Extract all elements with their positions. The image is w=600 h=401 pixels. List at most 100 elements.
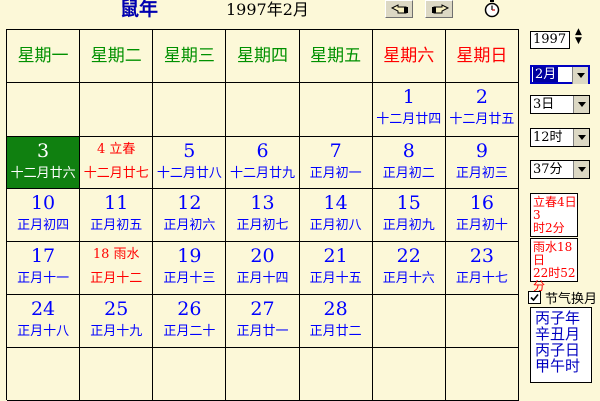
lunar-date: 正月初二 [382,166,435,181]
day-cell-today[interactable]: 3 十二月廿六 [7,137,81,189]
empty-day-cell [153,83,227,137]
day-cell[interactable]: 1 十二月廿四 [372,83,446,137]
chevron-down-icon [578,102,586,107]
day-cell[interactable]: 15 正月初九 [372,189,446,242]
day-select[interactable]: 3日 [530,95,590,114]
month-select[interactable]: 2月 [530,65,590,84]
day-cell[interactable]: 17 正月十一 [7,242,81,295]
lunar-date: 正月十九 [90,324,143,339]
solar-term-label: 雨水 [113,247,140,262]
ganzhi-day: 丙子日 [535,341,581,359]
day-cell[interactable]: 11 正月初五 [80,189,154,242]
day-cell[interactable]: 23 正月十七 [445,242,519,295]
solar-term-1-line-2: 时2分 [533,221,565,235]
day-cell[interactable]: 20 正月十四 [226,242,300,295]
empty-day-cell [299,83,373,137]
day-cell[interactable]: 28 正月廿二 [299,295,373,348]
empty-day-cell [299,348,373,401]
jieqi-checkbox-label: 节气换月 [545,292,598,307]
empty-day-cell [226,83,300,137]
day-cell[interactable]: 12 正月初六 [153,189,227,242]
hour-dropdown-button[interactable] [573,129,589,146]
lunar-date: 正月十一 [17,271,70,286]
weekday-header: 星期一 [7,30,81,83]
day-cell[interactable]: 22 正月十六 [372,242,446,295]
year-spinner[interactable]: 1997 ▲ ▼ [530,28,598,49]
empty-day-cell [7,348,81,401]
lunar-date: 十二月廿四 [376,112,442,127]
day-number: 17 [30,245,56,267]
minute-select-value: 37分 [533,162,563,177]
day-number: 20 [250,245,275,267]
day-cell[interactable]: 7 正月初一 [299,137,373,189]
minute-dropdown-button[interactable] [573,161,589,178]
lunar-date: 正月十三 [163,271,216,286]
day-cell[interactable]: 5 十二月廿八 [153,137,227,189]
day-cell[interactable]: 18 雨水 正月十二 [80,242,154,295]
lunar-date: 正月初九 [382,218,435,233]
day-cell[interactable]: 14 正月初八 [299,189,373,242]
day-number: 8 [402,140,415,162]
day-cell[interactable]: 24 正月十八 [7,295,81,348]
next-month-button[interactable] [425,0,453,18]
hour-select[interactable]: 12时 [530,128,590,147]
jieqi-checkbox[interactable] [528,291,541,304]
day-cell[interactable]: 16 正月初十 [445,189,519,242]
lunar-date: 正月初七 [236,218,289,233]
stopwatch-icon[interactable] [484,0,500,18]
day-cell[interactable]: 25 正月十九 [80,295,154,348]
lunar-date: 正月初五 [90,218,143,233]
day-number: 25 [104,298,129,320]
day-cell[interactable]: 6 十二月廿九 [226,137,300,189]
solar-term-2-line-1: 雨水18日 [533,240,573,267]
solar-term-info-2: 雨水18日 22时52分 [530,238,578,293]
day-number: 26 [177,298,202,320]
day-number: 24 [30,298,56,320]
day-number: 11 [104,192,129,214]
day-cell[interactable]: 26 正月二十 [153,295,227,348]
empty-day-cell [445,348,519,401]
month-dropdown-button[interactable] [572,67,588,84]
day-dropdown-button[interactable] [573,96,589,113]
chevron-down-icon [578,135,586,140]
ganzhi-month: 辛丑月 [535,325,581,343]
lunar-date: 正月初六 [163,218,216,233]
weekday-header: 星期二 [80,30,154,83]
day-cell[interactable]: 2 十二月廿五 [445,83,519,137]
minute-select[interactable]: 37分 [530,160,590,179]
day-cell[interactable]: 19 正月十三 [153,242,227,295]
day-number: 19 [177,245,202,267]
day-cell[interactable]: 8 正月初二 [372,137,446,189]
zodiac-year-label: 鼠年 [120,0,159,20]
day-number: 21 [323,245,348,267]
day-number: 15 [396,192,421,214]
day-number: 23 [469,245,495,267]
spin-arrows[interactable]: ▲ ▼ [575,28,582,46]
lunar-date: 正月十八 [17,324,70,339]
weekday-header: 星期三 [153,30,227,83]
hand-pointing-left-icon [391,4,408,14]
day-with-solar-term: 18 雨水 [80,247,152,263]
chevron-down-icon [578,167,586,172]
day-cell[interactable]: 27 正月廿一 [226,295,300,348]
day-cell[interactable]: 21 正月十五 [299,242,373,295]
day-number: 12 [177,192,202,214]
day-number: 13 [250,192,275,214]
day-cell[interactable]: 9 正月初三 [445,137,519,189]
lunar-date: 正月初一 [309,166,362,181]
lunar-date: 十二月廿九 [229,166,295,181]
day-cell[interactable]: 10 正月初四 [7,189,81,242]
hour-select-value: 12时 [533,130,563,145]
lunar-date: 正月初十 [455,218,508,233]
day-number: 7 [329,140,342,162]
solar-term-1-line-1: 立春4日3 [533,195,577,222]
lunar-date: 正月十五 [309,271,362,286]
lunar-date: 十二月廿七 [83,166,149,181]
empty-day-cell [372,295,446,348]
jieqi-month-toggle[interactable]: 节气换月 [528,288,597,307]
day-number: 5 [183,140,196,162]
prev-month-button[interactable] [385,0,413,18]
day-cell[interactable]: 13 正月初七 [226,189,300,242]
day-cell[interactable]: 4 立春 十二月廿七 [80,137,154,189]
year-field[interactable]: 1997 [530,31,570,49]
